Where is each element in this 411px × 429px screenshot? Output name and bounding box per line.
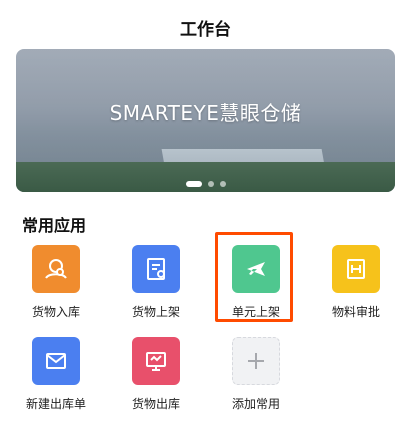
app-new-outbound-order[interactable]: 新建出库单	[16, 337, 96, 417]
goods-inbound-icon	[32, 245, 80, 293]
app-goods-outbound[interactable]: 货物出库	[116, 337, 196, 417]
app-label: 货物出库	[131, 397, 180, 411]
app-material-approval[interactable]: 物料审批	[316, 245, 396, 325]
banner-ground	[16, 162, 395, 192]
app-goods-shelving[interactable]: 货物上架	[116, 245, 196, 325]
mail-icon	[32, 337, 80, 385]
carousel-dot[interactable]	[219, 181, 226, 187]
banner-carousel[interactable]: SMARTEYE慧眼仓储	[16, 49, 395, 192]
app-label: 货物上架	[131, 305, 180, 319]
workbench-page: 工作台 SMARTEYE慧眼仓储 常用应用 货物入库 货物上架 单元上架 物料审…	[0, 0, 411, 429]
banner-text: SMARTEYE慧眼仓储	[109, 101, 302, 125]
presentation-board-icon	[132, 337, 180, 385]
app-label: 新建出库单	[25, 397, 86, 411]
app-label: 物料审批	[331, 305, 380, 319]
carousel-dot-active[interactable]	[185, 181, 202, 187]
plus-icon	[232, 337, 280, 385]
section-title: 常用应用	[22, 216, 87, 235]
page-title: 工作台	[180, 20, 231, 40]
app-label: 货物入库	[31, 305, 80, 319]
highlight-box	[215, 232, 293, 322]
carousel-dot[interactable]	[207, 181, 214, 187]
material-approval-icon	[332, 245, 380, 293]
goods-shelving-icon	[132, 245, 180, 293]
app-add-favorite[interactable]: 添加常用	[216, 337, 296, 417]
carousel-dots	[16, 181, 395, 187]
app-goods-inbound[interactable]: 货物入库	[16, 245, 96, 325]
app-label: 添加常用	[231, 397, 280, 411]
